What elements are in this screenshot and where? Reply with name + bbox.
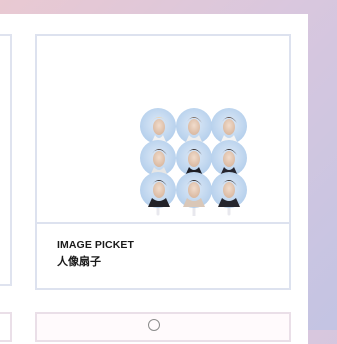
product-image[interactable] <box>37 36 289 224</box>
product-card[interactable]: IMAGE PICKET 人像扇子 <box>35 34 291 290</box>
product-name[interactable]: IMAGE PICKET <box>57 239 134 251</box>
previous-product-card[interactable] <box>0 34 12 286</box>
next-row-product-card[interactable] <box>35 312 291 342</box>
product-info[interactable]: IMAGE PICKET 人像扇子 <box>37 224 289 288</box>
previous-row-product-card[interactable] <box>0 312 12 342</box>
shopping-bag-icon <box>148 319 160 331</box>
image-picket-fans-photo <box>140 108 247 216</box>
product-name-jp[interactable]: 人像扇子 <box>57 253 101 269</box>
